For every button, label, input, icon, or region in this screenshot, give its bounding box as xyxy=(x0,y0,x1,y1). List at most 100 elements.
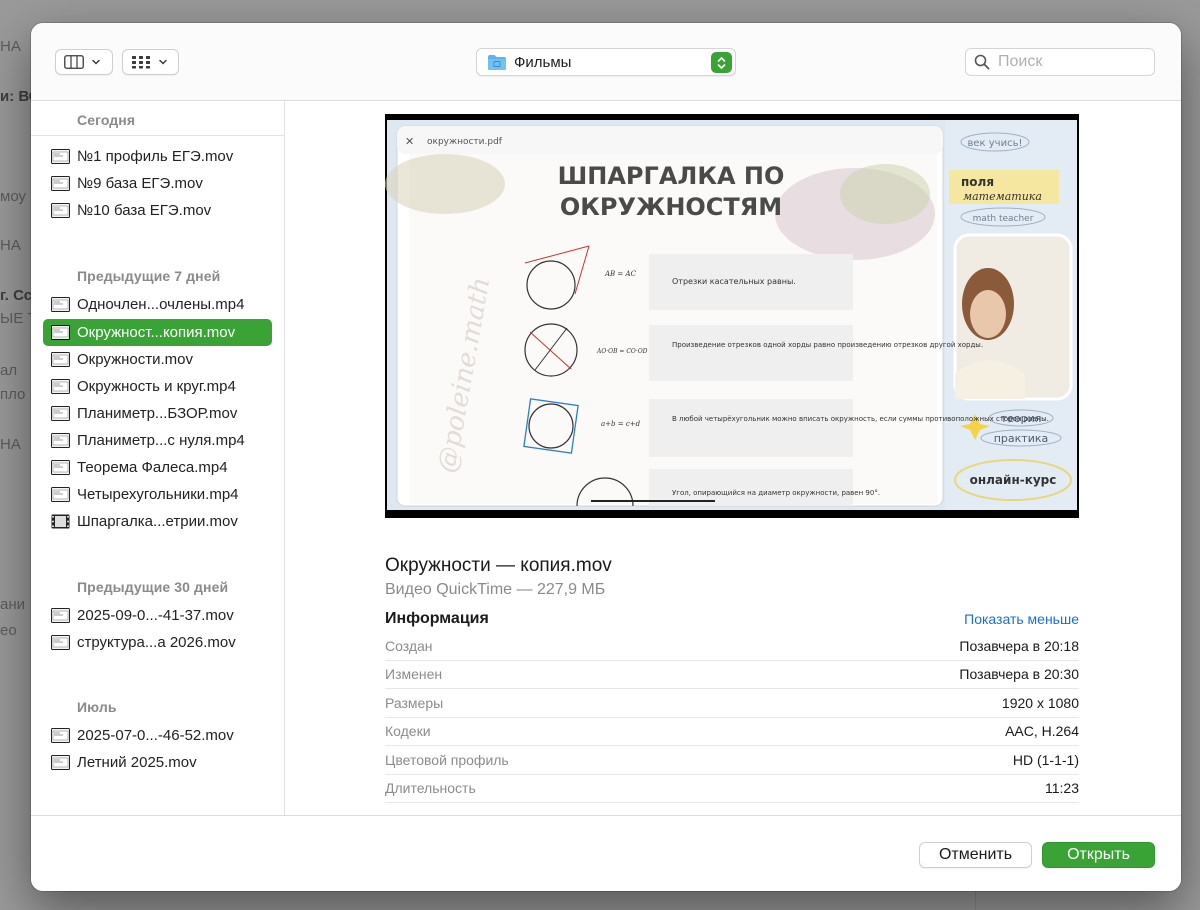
file-name: 2025-09-0...-41-37.mov xyxy=(77,607,234,624)
file-row[interactable]: Окружность и круг.mp4 xyxy=(43,373,272,400)
bg-text: г. Сс xyxy=(0,287,33,304)
side-tag: практика xyxy=(994,432,1049,445)
video-file-icon xyxy=(51,728,70,743)
file-name: структура...а 2026.mov xyxy=(77,634,236,651)
slide-formula: AO·OB = CO·OD xyxy=(596,348,648,355)
preview-file-kind: Видео QuickTime — 227,9 МБ xyxy=(385,581,606,598)
info-row: Создан Позавчера в 20:18 xyxy=(385,632,1079,661)
video-file-icon xyxy=(51,149,70,164)
file-name: Окружности.mov xyxy=(77,351,193,368)
info-table: Создан Позавчера в 20:18 Изменен Позавче… xyxy=(385,632,1079,803)
info-value: HD (1-1-1) xyxy=(1012,751,1079,768)
file-name: Планиметр...с нуля.mp4 xyxy=(77,432,245,449)
slide-title: ОКРУЖНОСТЯМ xyxy=(560,193,782,221)
preview-pane: век учись! поля математика math teacher … xyxy=(285,101,1181,815)
slide-fact: Угол, опирающийся на диаметр окружности,… xyxy=(672,489,880,497)
columns-view-icon xyxy=(64,55,84,69)
info-row: Длительность 11:23 xyxy=(385,775,1079,803)
section-header: Июль xyxy=(77,699,117,715)
film-file-icon xyxy=(51,514,70,529)
info-value: AAC, H.264 xyxy=(1005,723,1079,740)
video-file-icon xyxy=(51,635,70,650)
video-file-icon xyxy=(51,379,70,394)
file-row[interactable]: №1 профиль ЕГЭ.mov xyxy=(43,143,272,170)
slide-formula: a+b = c+d xyxy=(601,420,641,428)
file-row[interactable]: №9 база ЕГЭ.mov xyxy=(43,170,272,197)
section-header: Сегодня xyxy=(77,112,136,128)
file-name: Шпаргалка...етрии.mov xyxy=(77,513,238,530)
chevron-down-icon xyxy=(159,59,167,65)
folder-icon xyxy=(488,54,506,70)
file-name: Летний 2025.mov xyxy=(77,754,197,771)
file-row[interactable]: Планиметр...БЗОР.mov xyxy=(43,400,272,427)
open-button[interactable]: Открыть xyxy=(1042,842,1155,868)
thumbnail-image: век учись! поля математика math teacher … xyxy=(385,114,1079,518)
file-name: Четырехугольники.mp4 xyxy=(77,486,239,503)
video-file-icon xyxy=(51,352,70,367)
video-file-icon xyxy=(51,460,70,475)
file-row[interactable]: 2025-09-0...-41-37.mov xyxy=(43,602,272,629)
section-header: Предыдущие 7 дней xyxy=(77,268,221,284)
bg-text: ео xyxy=(0,622,17,639)
file-row[interactable]: №10 база ЕГЭ.mov xyxy=(43,197,272,224)
slide-fact: В любой четырёхугольник можно вписать ок… xyxy=(672,415,1049,423)
show-less-link[interactable]: Показать меньше xyxy=(964,611,1079,627)
bg-text: НА xyxy=(0,38,21,55)
info-value: Позавчера в 20:30 xyxy=(959,666,1079,683)
location-popup[interactable]: Фильмы xyxy=(476,48,736,76)
view-mode-button[interactable] xyxy=(55,49,113,75)
bg-text: моу xyxy=(0,188,26,205)
file-row[interactable]: Теорема Фалеса.mp4 xyxy=(43,454,272,481)
slide-fact: Отрезки касательных равны. xyxy=(672,277,796,286)
file-sidebar: Сегодня №1 профиль ЕГЭ.mov №9 база ЕГЭ.m… xyxy=(31,101,285,815)
video-file-icon xyxy=(51,297,70,312)
file-name: №1 профиль ЕГЭ.mov xyxy=(77,148,234,165)
info-row: Кодеки AAC, H.264 xyxy=(385,718,1079,746)
file-name: Планиметр...БЗОР.mov xyxy=(77,405,238,422)
video-thumbnail: век учись! поля математика math teacher … xyxy=(385,114,1079,518)
side-tag: math teacher xyxy=(973,214,1034,224)
file-row[interactable]: Шпаргалка...етрии.mov xyxy=(43,508,272,535)
pdf-tab-title: окружности.pdf xyxy=(427,137,503,147)
info-value: 11:23 xyxy=(1045,780,1079,797)
file-name: №10 база ЕГЭ.mov xyxy=(77,202,212,219)
file-row[interactable]: Четырехугольники.mp4 xyxy=(43,481,272,508)
bg-text: ал xyxy=(0,362,18,379)
location-stepper[interactable] xyxy=(711,52,732,73)
group-by-button[interactable] xyxy=(122,49,179,75)
dialog-toolbar: Фильмы xyxy=(31,23,1181,101)
info-key: Длительность xyxy=(385,780,476,797)
info-row: Изменен Позавчера в 20:30 xyxy=(385,661,1079,689)
video-file-icon xyxy=(51,203,70,218)
gallery-grid-icon xyxy=(132,56,150,69)
info-row: Цветовой профиль HD (1-1-1) xyxy=(385,746,1079,775)
file-name: Окружность и круг.mp4 xyxy=(77,378,236,395)
side-tag: век учись! xyxy=(968,138,1023,149)
divider xyxy=(31,135,285,136)
location-label: Фильмы xyxy=(514,53,572,71)
video-file-icon xyxy=(51,406,70,421)
up-down-chevron-icon xyxy=(717,56,726,69)
info-value: 1920 x 1080 xyxy=(1001,694,1079,711)
dialog-footer: Отменить Открыть xyxy=(31,815,1181,891)
chevron-down-icon xyxy=(92,59,100,65)
file-name: Одночлен...очлены.mp4 xyxy=(77,296,245,313)
file-row[interactable]: структура...а 2026.mov xyxy=(43,629,272,656)
cancel-button[interactable]: Отменить xyxy=(919,842,1032,868)
slide-fact: Произведение отрезков одной хорды равно … xyxy=(672,341,983,349)
section-header: Предыдущие 30 дней xyxy=(77,579,229,595)
file-row[interactable]: Окружности.mov xyxy=(43,346,272,373)
file-row[interactable]: 2025-07-0...-46-52.mov xyxy=(43,722,272,749)
info-heading: Информация xyxy=(385,610,489,627)
search-input[interactable] xyxy=(998,53,1138,71)
file-row[interactable]: Одночлен...очлены.mp4 xyxy=(43,291,272,318)
video-file-icon xyxy=(51,433,70,448)
file-row-selected[interactable]: Окружност...копия.mov xyxy=(43,319,272,346)
side-tag: математика xyxy=(963,190,1042,203)
file-row[interactable]: Планиметр...с нуля.mp4 xyxy=(43,427,272,454)
file-name: 2025-07-0...-46-52.mov xyxy=(77,727,234,744)
search-icon xyxy=(974,54,990,70)
search-field[interactable] xyxy=(965,48,1155,76)
file-row[interactable]: Летний 2025.mov xyxy=(43,749,272,776)
video-file-icon xyxy=(51,755,70,770)
